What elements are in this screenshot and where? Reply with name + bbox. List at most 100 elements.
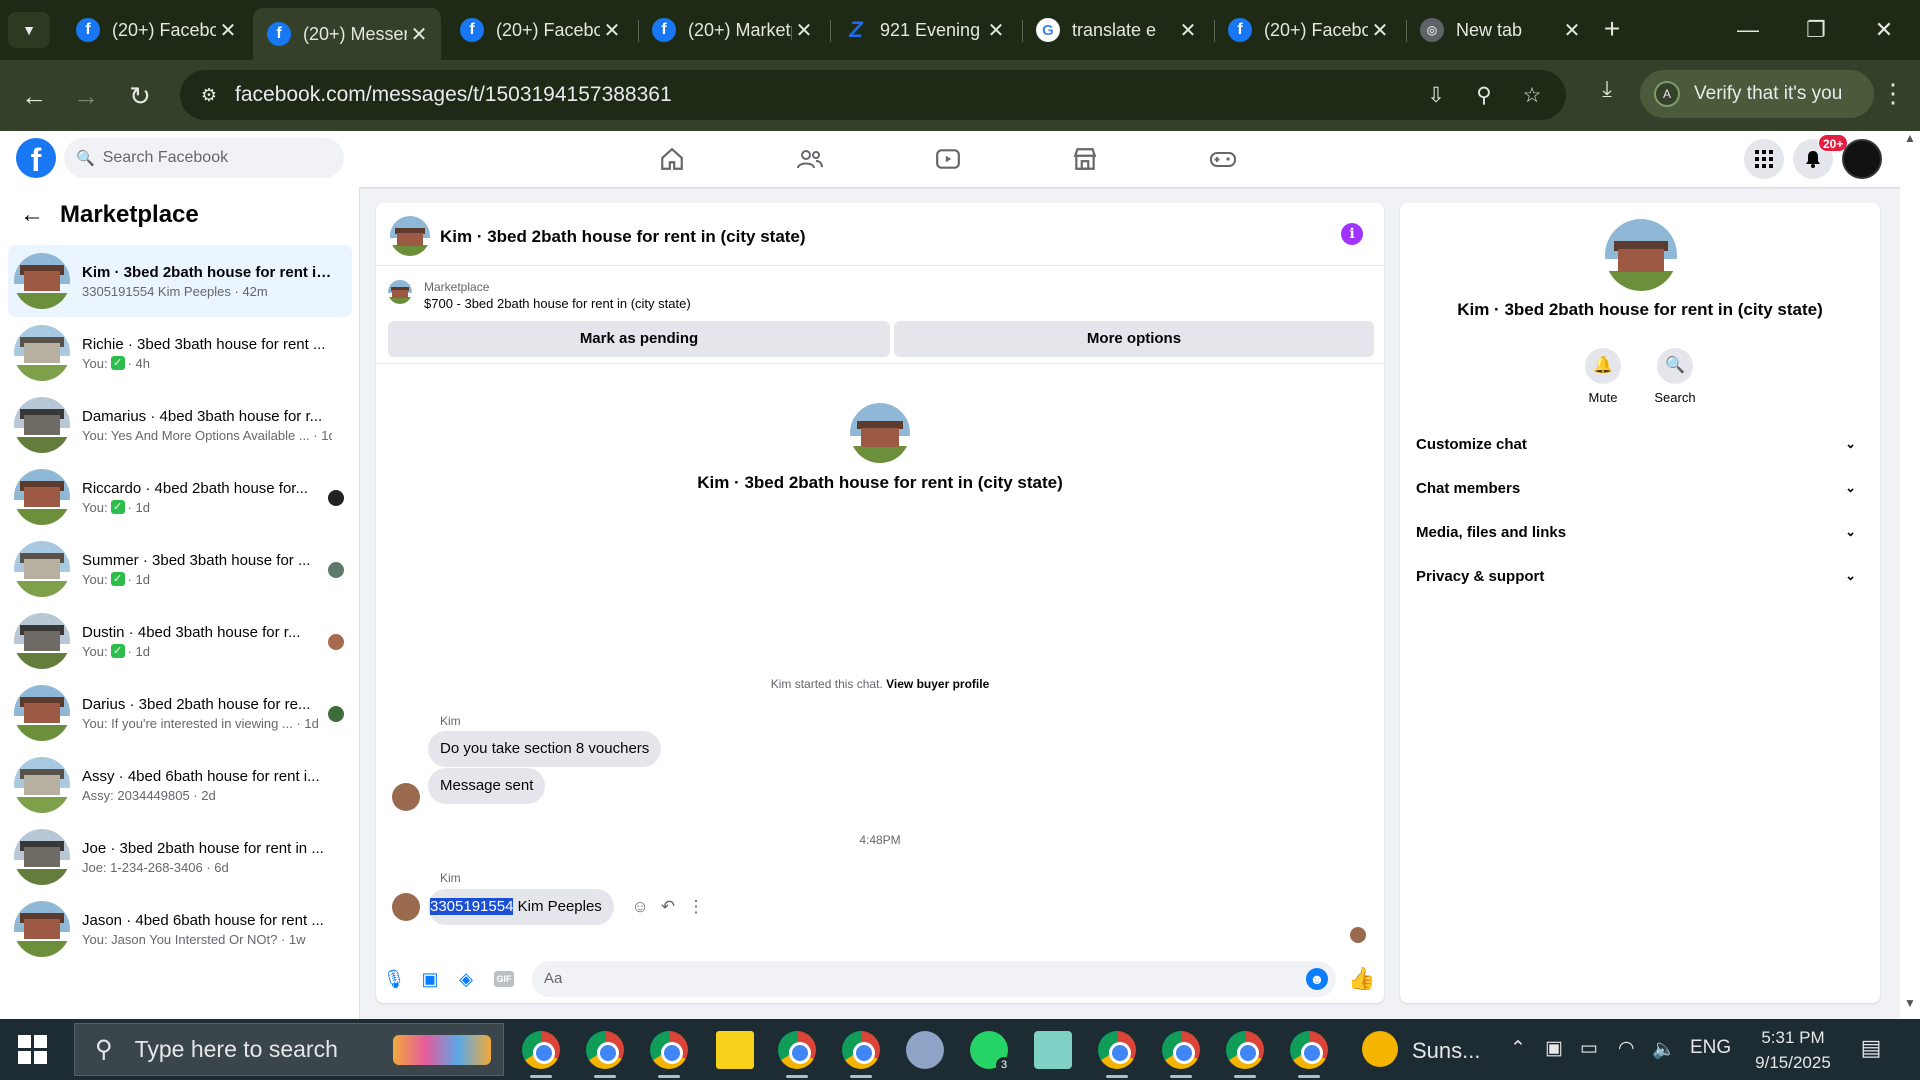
message-input[interactable]: Aa [532,961,1336,997]
volume-icon[interactable]: 🔈 [1652,1037,1676,1061]
mark-as-pending-button[interactable]: Mark as pending [388,321,890,357]
conversation-row[interactable]: Assy · 4bed 6bath house for rent i... Ass… [8,749,352,821]
reload-button[interactable]: ↻ [120,76,160,116]
tab-close-icon[interactable]: ✕ [792,18,816,43]
taskbar-search-box[interactable]: ⚲ Type here to search [74,1023,504,1076]
more-actions-icon[interactable]: ⋮ [684,895,708,919]
downloads-icon[interactable]: ⤓ [1590,76,1624,110]
sticky-notes-taskbar-icon[interactable] [716,1031,754,1069]
tab-close-icon[interactable]: ✕ [216,18,240,43]
install-app-icon[interactable]: ⇩ [1422,82,1450,110]
bookmark-star-icon[interactable]: ☆ [1518,82,1546,110]
browser-tab[interactable]: ◎ New tab ✕ [1406,8,1594,52]
tab-close-icon[interactable]: ✕ [984,18,1008,43]
weather-text[interactable]: Suns... [1412,1038,1480,1064]
whatsapp-taskbar-icon[interactable]: 3 [970,1031,1012,1073]
facebook-search-input[interactable]: 🔍 Search Facebook [64,138,344,178]
menu-grid-icon[interactable] [1744,139,1784,179]
search-action[interactable]: 🔍 Search [1645,348,1705,405]
marketplace-icon[interactable] [1067,141,1103,177]
conversation-row[interactable]: Dustin · 4bed 3bath house for r... You: ✓ ·… [8,605,352,677]
paint-taskbar-icon[interactable] [906,1031,944,1069]
chrome-taskbar-icon[interactable] [778,1031,816,1078]
more-options-button[interactable]: More options [894,321,1374,357]
photo-attach-icon[interactable]: ▣ [418,967,442,991]
chrome-taskbar-icon[interactable] [586,1031,624,1078]
tab-close-icon[interactable]: ✕ [1176,18,1200,43]
message-bubble[interactable]: Do you take section 8 vouchers [428,731,662,767]
message-bubble[interactable]: 3305191554 Kim Peeples [428,889,614,925]
browser-tab[interactable]: Z 921 Evening ✕ [830,8,1018,52]
chat-title[interactable]: Kim · 3bed 2bath house for rent in (city… [440,227,806,247]
conversation-row[interactable]: Riccardo · 4bed 2bath house for... You: ✓ ·… [8,461,352,533]
gaming-icon[interactable] [1205,141,1241,177]
browser-tab[interactable]: f (20+) Marketplace ✕ [638,8,826,52]
browser-tab[interactable]: G translate e ✕ [1022,8,1210,52]
sender-avatar[interactable] [392,893,420,921]
chat-avatar[interactable] [390,216,430,256]
app-taskbar-icon[interactable] [1034,1031,1072,1069]
customize-chat-section[interactable]: Customize chat ⌄ [1412,426,1868,462]
page-scrollbar[interactable] [1900,131,1920,1019]
battery-icon[interactable]: ▭ [1580,1037,1598,1060]
account-avatar[interactable] [1842,139,1882,179]
chrome-taskbar-icon[interactable] [1098,1031,1136,1078]
sticker-icon[interactable]: ◈ [454,967,478,991]
tab-close-icon[interactable]: ✕ [1560,18,1584,43]
listing-thumbnail[interactable] [388,280,412,304]
browser-tab[interactable]: f (20+) Facebook ✕ [446,8,634,52]
tray-chevron-up-icon[interactable]: ⌃ [1510,1037,1526,1060]
browser-tab-active[interactable]: f (20+) Messenger ✕ [253,8,441,60]
video-icon[interactable] [930,141,966,177]
listing-description[interactable]: $700 - 3bed 2bath house for rent in (cit… [424,296,691,311]
zoom-icon[interactable]: ⚲ [1470,82,1498,110]
windows-start-icon[interactable] [18,1035,48,1065]
profile-verify-button[interactable]: A Verify that it's you [1640,70,1874,118]
tab-search-button[interactable]: ▼ [8,12,50,48]
tab-close-icon[interactable]: ✕ [1368,18,1392,43]
chrome-taskbar-icon[interactable] [842,1031,880,1078]
restore-button[interactable]: ❐ [1796,12,1836,48]
minimize-button[interactable]: — [1728,12,1768,48]
react-emoji-icon[interactable]: ☺ [628,895,652,919]
url-text[interactable]: facebook.com/messages/t/1503194157388361 [235,83,672,107]
address-bar[interactable]: ⚙ facebook.com/messages/t/15031941573883… [180,70,1566,120]
info-icon[interactable]: i [1341,223,1363,245]
mute-action[interactable]: 🔔 Mute [1573,348,1633,405]
view-buyer-profile-link[interactable]: View buyer profile [886,677,989,691]
search-icon[interactable]: 🔍 [1657,348,1693,384]
emoji-icon[interactable]: ☻ [1306,968,1328,990]
chrome-taskbar-icon[interactable] [1162,1031,1200,1078]
selected-phone-number[interactable]: 3305191554 [430,898,514,915]
browser-tab[interactable]: f (20+) Facebook ✕ [62,8,250,52]
wifi-icon[interactable]: ◠ [1618,1037,1635,1060]
chrome-taskbar-icon[interactable] [650,1031,688,1078]
message-bubble[interactable]: Message sent [428,768,546,804]
microphone-icon[interactable]: 🎙 [382,967,406,991]
conversation-row[interactable]: Damarius · 4bed 3bath house for r... You:… [8,389,352,461]
conversation-row[interactable]: Kim · 3bed 2bath house for rent in... 330… [8,245,352,317]
conversation-row[interactable]: Richie · 3bed 3bath house for rent ... Yo… [8,317,352,389]
details-avatar[interactable] [1605,219,1677,291]
browser-menu-icon[interactable]: ⋮ [1878,78,1908,108]
bell-icon[interactable]: 🔔 [1585,348,1621,384]
sender-avatar[interactable] [392,783,420,811]
weather-sun-icon[interactable] [1362,1031,1398,1067]
reply-icon[interactable]: ↶ [656,895,680,919]
back-arrow-icon[interactable]: ← [20,201,44,229]
scroll-down-arrow-icon[interactable]: ▼ [1900,996,1920,1016]
scroll-up-arrow-icon[interactable]: ▲ [1900,131,1920,151]
tab-close-icon[interactable]: ✕ [600,18,624,43]
conversation-row[interactable]: Jason · 4bed 6bath house for rent ... You… [8,893,352,965]
notification-center-icon[interactable]: ▤ [1856,1035,1886,1063]
site-info-icon[interactable]: ⚙ [196,82,222,108]
chat-members-section[interactable]: Chat members ⌄ [1412,470,1868,506]
facebook-logo[interactable]: f [16,138,56,178]
conversation-row[interactable]: Summer · 3bed 3bath house for ... You: ✓ · … [8,533,352,605]
close-window-button[interactable]: ✕ [1864,12,1904,48]
language-indicator[interactable]: ENG [1690,1037,1731,1059]
conversation-row[interactable]: Darius · 3bed 2bath house for re... You: … [8,677,352,749]
taskbar-clock[interactable]: 5:31 PM 9/15/2025 [1738,1025,1848,1075]
new-tab-button[interactable]: + [1596,14,1628,46]
tab-close-icon[interactable]: ✕ [407,22,431,47]
